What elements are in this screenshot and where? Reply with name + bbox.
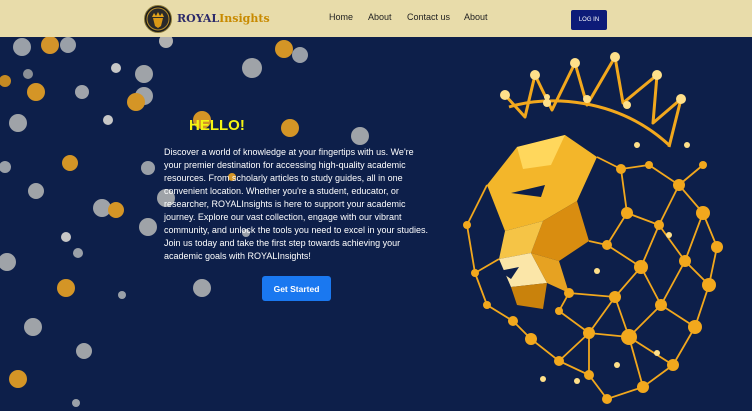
hero-section: HELLO! Discover a world of knowledge at … <box>0 37 752 411</box>
get-started-button[interactable]: Get Started <box>262 276 331 301</box>
nav-home-link[interactable]: Home <box>329 12 353 22</box>
nav-about-link[interactable]: About <box>368 12 392 22</box>
brand-name[interactable]: ROYALInsights <box>177 12 270 25</box>
brand-name-part2: Insights <box>219 12 270 25</box>
brand-name-part1: ROYAL <box>177 12 220 25</box>
navbar: ROYALInsights Home About Contact us Abou… <box>0 0 752 37</box>
login-button[interactable]: LOG IN <box>571 10 607 30</box>
nav-contact-link[interactable]: Contact us <box>407 12 450 22</box>
lion-crown-logo-icon[interactable] <box>144 5 172 33</box>
hero-description: Discover a world of knowledge at your fi… <box>164 147 428 261</box>
hello-heading: HELLO! <box>189 117 245 134</box>
nav-about-link-2[interactable]: About <box>464 12 488 22</box>
lion-constellation-illustration <box>463 52 723 404</box>
